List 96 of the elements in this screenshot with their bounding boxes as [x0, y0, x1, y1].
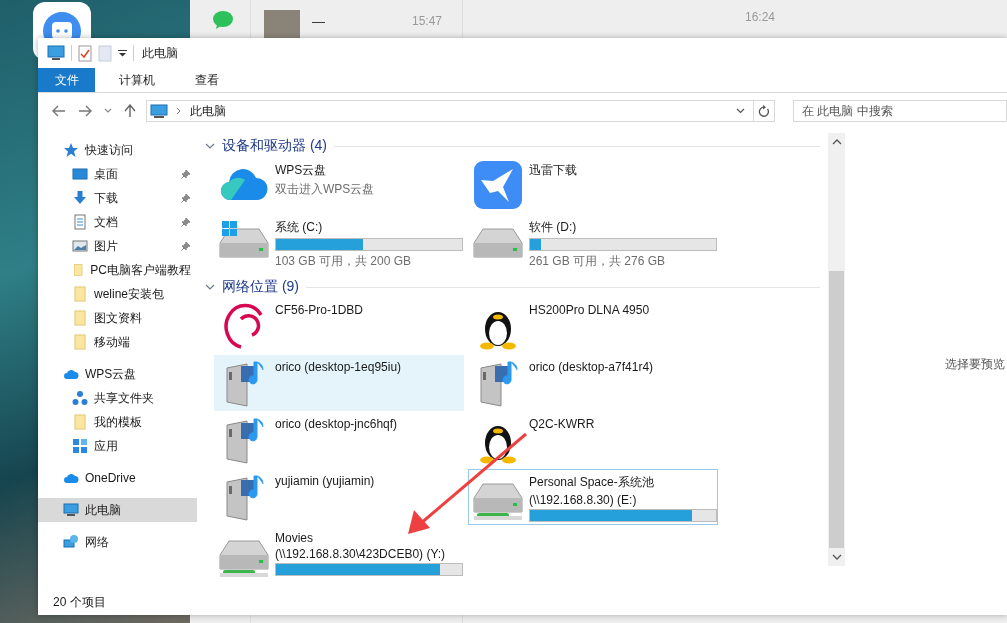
folder-icon: [72, 334, 88, 350]
drive-path: (\\192.168.8.30\423DCEB0) (Y:): [275, 547, 447, 561]
sidebar-item[interactable]: 图片: [38, 234, 197, 258]
scrollbar-thumb[interactable]: [829, 271, 844, 548]
section-header[interactable]: 设备和驱动器 (4): [222, 137, 327, 155]
computer-icon: [47, 45, 65, 61]
desktop-icon: [72, 166, 88, 182]
sidebar-item[interactable]: 文档: [38, 210, 197, 234]
star-icon: [63, 142, 79, 158]
chevron-down-icon[interactable]: [831, 554, 842, 561]
bird-icon: [473, 160, 523, 210]
refresh-icon[interactable]: [758, 104, 770, 118]
sidebar-item[interactable]: 共享文件夹: [38, 386, 197, 410]
drive-name: HS200Pro DLNA 4950: [529, 303, 650, 317]
computer-icon: [150, 103, 168, 119]
drive-name: yujiamin (yujiamin): [275, 474, 375, 488]
chevron-right-icon: [176, 107, 182, 115]
sidebar-item[interactable]: weline安装包: [38, 282, 197, 306]
sidebar-item[interactable]: 图文资料: [38, 306, 197, 330]
drive-tile[interactable]: 软件 (D:) 261 GB 可用，共 276 GB: [468, 214, 718, 273]
picture-icon: [72, 238, 88, 254]
chat-time: 15:47: [411, 14, 442, 28]
chat-time: 16:24: [745, 10, 775, 24]
folder-icon: [72, 310, 88, 326]
sidebar-item[interactable]: OneDrive: [38, 466, 197, 490]
drive-name: orico (desktop-jnc6hqf): [275, 417, 398, 431]
dropdown-icon[interactable]: [118, 49, 127, 57]
drive-tile[interactable]: HS200Pro DLNA 4950: [468, 298, 718, 354]
properties-icon[interactable]: [78, 44, 92, 62]
item-count: 20 个项目: [53, 593, 106, 611]
drive-name: Movies: [275, 531, 314, 545]
sidebar-item[interactable]: 快速访问: [38, 138, 197, 162]
drive-name: 系统 (C:): [275, 219, 324, 236]
chevron-down-icon[interactable]: [736, 108, 745, 114]
window-title: 此电脑: [142, 44, 178, 62]
pin-icon[interactable]: [181, 241, 191, 251]
download-icon: [72, 190, 88, 206]
sidebar-item[interactable]: 桌面: [38, 162, 197, 186]
preview-message: 选择要预览: [945, 356, 1005, 373]
scrollbar[interactable]: [828, 133, 845, 566]
chevron-down-icon[interactable]: [205, 142, 215, 150]
folder-icon: [72, 286, 88, 302]
drive-tile[interactable]: orico (desktop-a7f41r4): [468, 355, 718, 411]
sidebar-item[interactable]: 此电脑: [38, 498, 197, 522]
drive-name: Personal Space-系统池: [529, 474, 655, 491]
pin-icon[interactable]: [181, 169, 191, 179]
chevron-up-icon[interactable]: [831, 138, 842, 145]
pc-icon: [63, 502, 79, 518]
drive-description: 双击进入WPS云盘: [275, 181, 375, 198]
drive-capacity: 103 GB 可用，共 200 GB: [275, 253, 413, 270]
drive-tile[interactable]: WPS云盘 双击进入WPS云盘: [214, 157, 464, 213]
apps-icon: [72, 438, 88, 454]
sidebar-item[interactable]: 应用: [38, 434, 197, 458]
up-arrow-icon[interactable]: [124, 104, 136, 118]
sidebar-item[interactable]: PC电脑客户端教程: [38, 258, 197, 282]
folder-icon: [72, 414, 88, 430]
drive-name: orico (desktop-a7f41r4): [529, 360, 654, 374]
search-field[interactable]: 在 此电脑 中搜索: [793, 100, 1007, 122]
drive-tile[interactable]: orico (desktop-jnc6hqf): [214, 412, 464, 468]
chat-title: —: [312, 14, 325, 29]
drive-tile[interactable]: orico (desktop-1eq95iu): [214, 355, 464, 411]
drive-name: 软件 (D:): [529, 219, 578, 236]
drive-name: WPS云盘: [275, 162, 328, 179]
drive-tile[interactable]: Q2C-KWRR: [468, 412, 718, 468]
drive-tile[interactable]: 迅雷下载: [468, 157, 718, 213]
document-icon: [72, 214, 88, 230]
drive-tile[interactable]: CF56-Pro-1DBD: [214, 298, 464, 354]
ribbon-tab[interactable]: 计算机: [103, 68, 171, 92]
drive-tile[interactable]: 系统 (C:) 103 GB 可用，共 200 GB: [214, 214, 464, 273]
drive-name: 迅雷下载: [529, 162, 577, 179]
chevron-down-icon[interactable]: [205, 283, 215, 291]
drive-tile[interactable]: yujiamin (yujiamin): [214, 469, 464, 525]
address-bar[interactable]: 此电脑: [146, 100, 775, 122]
drive-name: Q2C-KWRR: [529, 417, 595, 431]
sidebar-item[interactable]: 网络: [38, 530, 197, 554]
pin-icon[interactable]: [181, 217, 191, 227]
share-icon: [72, 390, 88, 406]
drive-capacity: 261 GB 可用，共 276 GB: [529, 253, 667, 270]
drive-name: orico (desktop-1eq95iu): [275, 360, 402, 374]
sidebar-item[interactable]: 我的模板: [38, 410, 197, 434]
sidebar-item[interactable]: 下载: [38, 186, 197, 210]
pin-icon[interactable]: [181, 193, 191, 203]
drive-name: CF56-Pro-1DBD: [275, 303, 364, 317]
back-arrow-icon[interactable]: [52, 105, 66, 117]
chevron-down-icon[interactable]: [104, 108, 112, 114]
sidebar-item[interactable]: WPS云盘: [38, 362, 197, 386]
drive-tile[interactable]: Personal Space-系统池 (\\192.168.8.30) (E:): [468, 469, 718, 525]
section-header[interactable]: 网络位置 (9): [222, 278, 299, 296]
ribbon-tab[interactable]: 查看: [179, 68, 235, 92]
ribbon-tab[interactable]: 文件: [38, 68, 95, 92]
drive-path: (\\192.168.8.30) (E:): [529, 493, 638, 507]
network-icon: [63, 534, 79, 550]
forward-arrow-icon[interactable]: [78, 105, 92, 117]
folder-icon: [72, 262, 85, 278]
drive-tile[interactable]: Movies (\\192.168.8.30\423DCEB0) (Y:): [214, 526, 464, 582]
sidebar-item[interactable]: 移动端: [38, 330, 197, 354]
